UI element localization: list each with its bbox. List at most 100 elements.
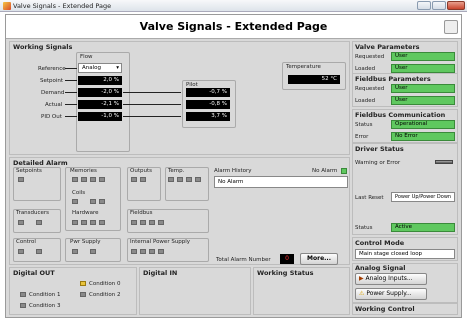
internal-power-label: Internal Power Supply (130, 239, 191, 245)
alarm-led (90, 249, 96, 254)
total-alarm-value: 0 (280, 254, 294, 264)
pid-out-pilot-value: 3,7 % (186, 112, 230, 121)
demand-flow-value: -2,0 % (78, 88, 122, 97)
temp-label: Temp. (168, 168, 185, 174)
alarm-led (140, 177, 146, 182)
connector-line (123, 104, 181, 105)
alarm-led (81, 177, 87, 182)
alarm-led (36, 220, 42, 225)
power-supply-button[interactable]: ⚠ Power Supply... (355, 288, 427, 300)
window-titlebar: Valve Signals - Extended Page (0, 0, 467, 12)
condition-1-label: Condition 1 (29, 292, 61, 298)
alarm-led (99, 199, 105, 204)
flow-label: Flow (80, 54, 93, 60)
digital-in-panel: Digital IN (139, 267, 251, 315)
digital-in-title: Digital IN (143, 269, 178, 277)
maximize-button[interactable] (432, 1, 446, 10)
working-control-title: Working Control (355, 305, 415, 313)
setpoint-label: Setpoint (40, 78, 64, 84)
loaded-label: Loaded (355, 66, 376, 72)
connector-line (65, 116, 77, 117)
alarm-led (18, 177, 24, 182)
window-title: Valve Signals - Extended Page (13, 2, 112, 10)
app-icon (3, 2, 11, 10)
driver-status-value: Active (391, 223, 455, 232)
chevron-down-icon: ▾ (116, 65, 119, 71)
fb-requested-value: User (391, 84, 455, 93)
requested-value: User (391, 52, 455, 61)
condition-led (20, 292, 26, 297)
memories-label: Memories (70, 168, 97, 174)
minimize-button[interactable] (417, 1, 431, 10)
detailed-alarm-panel: Detailed Alarm Setpoints Memories Coils … (9, 157, 350, 265)
working-status-panel: Working Status (253, 267, 350, 315)
alarm-led (90, 199, 96, 204)
condition-3-label: Condition 3 (29, 303, 61, 309)
alarm-led (149, 249, 155, 254)
fb-error-value: No Error (391, 132, 455, 141)
fb-status-value: Operational (391, 120, 455, 129)
alarm-led (18, 220, 24, 225)
alarm-led (72, 199, 78, 204)
alarm-led (149, 220, 155, 225)
condition-led (20, 303, 26, 308)
connector-line (65, 80, 77, 81)
status-led (341, 168, 347, 174)
outputs-label: Outputs (130, 168, 152, 174)
fb-loaded-value: User (391, 96, 455, 105)
alarm-led (81, 220, 87, 225)
fieldbus-communication-title: Fieldbus Communication (355, 111, 446, 119)
alarm-led (140, 220, 146, 225)
reference-label: Reference (38, 66, 66, 72)
alarm-led (99, 177, 105, 182)
detailed-alarm-title: Detailed Alarm (13, 159, 68, 167)
fieldbus-parameters-panel: Fieldbus Parameters Requested User Loade… (352, 73, 458, 107)
condition-led (80, 281, 86, 286)
alarm-led (140, 249, 146, 254)
pwr-supply-label: Pwr Supply (70, 239, 101, 245)
alarm-led (72, 220, 78, 225)
analog-signal-panel: Analog Signal ▶ Analog Inputs... ⚠ Power… (352, 263, 458, 303)
driver-status-panel: Driver Status Warning or Error Last Rese… (352, 143, 458, 235)
alarm-led (131, 220, 137, 225)
more-button[interactable]: More... (300, 253, 338, 265)
demand-pilot-value: -0,7 % (186, 88, 230, 97)
control-mode-value: Main stage closed loop (355, 249, 455, 259)
fieldbus-parameters-title: Fieldbus Parameters (355, 75, 431, 83)
alarm-led (90, 220, 96, 225)
fb-status-label: Status (355, 122, 373, 128)
close-button[interactable] (447, 1, 465, 10)
actual-label: Actual (45, 102, 63, 108)
control-mode-title: Control Mode (355, 239, 405, 247)
no-alarm-label: No Alarm (312, 168, 338, 174)
control-label: Control (16, 239, 36, 245)
coils-label: Coils (72, 190, 86, 196)
loaded-value: User (391, 64, 455, 73)
connector-line (65, 68, 77, 69)
fb-loaded-label: Loaded (355, 98, 376, 104)
alarm-led (72, 249, 78, 254)
temperature-label: Temperature (286, 64, 321, 70)
status-label: Status (355, 225, 373, 231)
alarm-led (186, 177, 192, 182)
connector-line (65, 104, 77, 105)
reference-value: Analog (82, 65, 102, 71)
actual-pilot-value: -0,8 % (186, 100, 230, 109)
pid-out-flow-value: -1,0 % (78, 112, 122, 121)
condition-2-label: Condition 2 (89, 292, 121, 298)
analog-signal-title: Analog Signal (355, 264, 406, 272)
analog-inputs-button[interactable]: ▶ Analog Inputs... (355, 273, 427, 285)
fieldbus-label: Fieldbus (130, 210, 153, 216)
fb-error-label: Error (355, 134, 369, 140)
connector-line (123, 92, 181, 93)
alarm-history-field[interactable]: No Alarm (214, 176, 348, 188)
alarm-led (18, 249, 24, 254)
condition-led (80, 292, 86, 297)
reference-select[interactable]: Analog ▾ (78, 63, 122, 73)
control-mode-panel: Control Mode Main stage closed loop (352, 237, 458, 261)
transducers-label: Transducers (16, 210, 50, 216)
play-icon: ▶ (359, 275, 364, 282)
print-icon[interactable] (444, 20, 458, 34)
warning-indicator (435, 160, 453, 164)
page-title: Valve Signals - Extended Page (139, 20, 328, 33)
